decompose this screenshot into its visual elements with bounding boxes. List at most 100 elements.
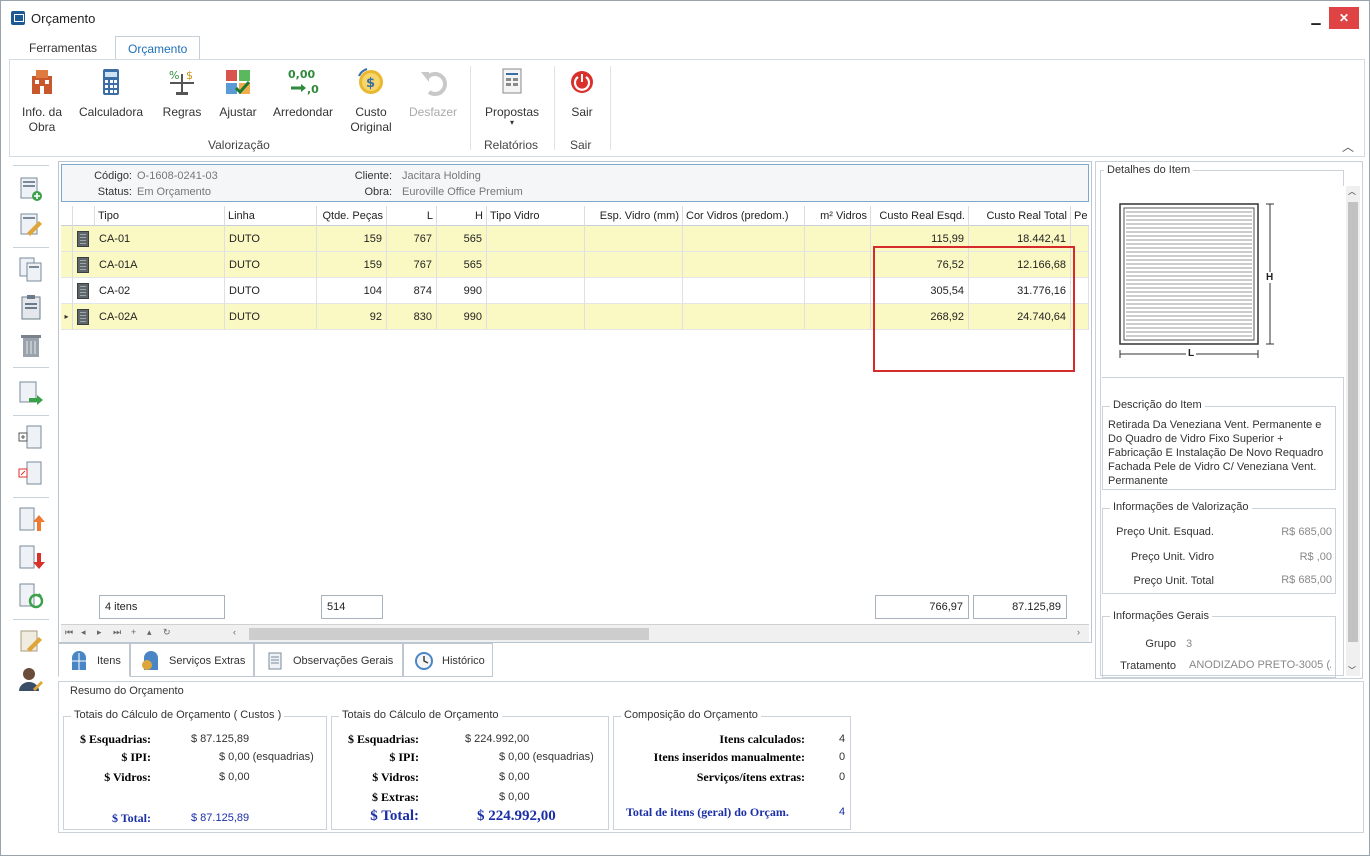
- cell-empty[interactable]: [487, 252, 585, 278]
- cell-tipo[interactable]: CA-01A: [95, 252, 225, 278]
- tab-observacoes-gerais[interactable]: Observações Gerais: [254, 643, 403, 677]
- cell-empty[interactable]: [585, 304, 683, 330]
- cell-tipo[interactable]: CA-01: [95, 226, 225, 252]
- cell-empty[interactable]: [805, 304, 871, 330]
- arredondar-button[interactable]: 0,00 ,0 Arredondar: [268, 66, 338, 119]
- scroll-left-icon[interactable]: ‹: [233, 627, 236, 637]
- scroll-down-icon[interactable]: ﹀: [1348, 665, 1356, 676]
- cell-qtde[interactable]: 92: [317, 304, 387, 330]
- sair-button[interactable]: Sair: [560, 66, 604, 119]
- column-qtde-pecas[interactable]: Qtde. Peças: [317, 206, 387, 226]
- column-linha[interactable]: Linha: [225, 206, 317, 226]
- cell-h[interactable]: 990: [437, 278, 487, 304]
- prev-record-icon[interactable]: ◂: [81, 627, 86, 638]
- info-obra-button[interactable]: Info. da Obra: [16, 66, 68, 135]
- cell-empty[interactable]: [585, 226, 683, 252]
- column-cor-vidros[interactable]: Cor Vidros (predom.): [683, 206, 805, 226]
- last-record-icon[interactable]: ⏭: [113, 627, 121, 638]
- cell-empty[interactable]: [585, 278, 683, 304]
- cell-empty[interactable]: [805, 278, 871, 304]
- tab-historico[interactable]: Histórico: [403, 643, 493, 677]
- post-record-icon[interactable]: ▴: [147, 627, 152, 638]
- custo-original-button[interactable]: $ Custo Original: [344, 66, 398, 135]
- next-record-icon[interactable]: ▸: [97, 627, 102, 638]
- clipboard-icon[interactable]: [17, 293, 45, 321]
- collapse-group-icon[interactable]: [17, 459, 45, 487]
- collapse-ribbon-icon[interactable]: ︿: [1342, 138, 1354, 155]
- move-up-icon[interactable]: [17, 505, 45, 533]
- export-item-icon[interactable]: [17, 379, 45, 407]
- refresh-record-icon[interactable]: ↻: [163, 627, 171, 638]
- tab-servicos-extras-label: Serviços Extras: [169, 655, 246, 667]
- cell-empty[interactable]: [487, 304, 585, 330]
- user-settings-icon[interactable]: [17, 665, 45, 693]
- cell-l[interactable]: 830: [387, 304, 437, 330]
- regras-button[interactable]: % $ Regras: [156, 66, 208, 119]
- cell-empty[interactable]: [683, 226, 805, 252]
- gerais-title: Informações Gerais: [1110, 610, 1212, 622]
- tab-orcamento[interactable]: Orçamento: [115, 36, 201, 60]
- cell-tipo[interactable]: CA-02A: [95, 304, 225, 330]
- propostas-button[interactable]: Propostas ▾: [480, 66, 544, 127]
- column-m2-vidros[interactable]: m² Vidros: [805, 206, 871, 226]
- row-indicator[interactable]: [61, 226, 73, 252]
- cell-linha[interactable]: DUTO: [225, 252, 317, 278]
- row-indicator[interactable]: ▸: [61, 304, 73, 330]
- column-tipo-vidro[interactable]: Tipo Vidro: [487, 206, 585, 226]
- add-item-icon[interactable]: [17, 175, 45, 203]
- refresh-items-icon[interactable]: [17, 581, 45, 609]
- cell-h[interactable]: 565: [437, 226, 487, 252]
- tab-ferramentas[interactable]: Ferramentas: [17, 36, 109, 60]
- cell-linha[interactable]: DUTO: [225, 304, 317, 330]
- first-record-icon[interactable]: ⏮: [65, 627, 73, 638]
- column-l[interactable]: L: [387, 206, 437, 226]
- row-indicator[interactable]: [61, 278, 73, 304]
- cell-h[interactable]: 565: [437, 252, 487, 278]
- cell-qtde[interactable]: 104: [317, 278, 387, 304]
- cell-linha[interactable]: DUTO: [225, 278, 317, 304]
- expand-group-icon[interactable]: [17, 423, 45, 451]
- calculadora-button[interactable]: Calculadora: [76, 66, 146, 119]
- cell-empty[interactable]: [683, 252, 805, 278]
- edit-item-icon[interactable]: [17, 211, 45, 239]
- column-pe[interactable]: Pe: [1071, 206, 1089, 226]
- cell-linha[interactable]: DUTO: [225, 226, 317, 252]
- notes-edit-icon[interactable]: [17, 627, 45, 655]
- column-h[interactable]: H: [437, 206, 487, 226]
- column-custo-real-total[interactable]: Custo Real Total: [969, 206, 1071, 226]
- cell-h[interactable]: 990: [437, 304, 487, 330]
- details-scroll-thumb[interactable]: [1348, 202, 1358, 642]
- cell-empty[interactable]: [805, 226, 871, 252]
- move-down-icon[interactable]: [17, 543, 45, 571]
- cell-qtde[interactable]: 159: [317, 226, 387, 252]
- cell-l[interactable]: 767: [387, 252, 437, 278]
- delete-item-icon[interactable]: [17, 331, 45, 359]
- cell-tipo[interactable]: CA-02: [95, 278, 225, 304]
- cell-qtde[interactable]: 159: [317, 252, 387, 278]
- ajustar-button[interactable]: Ajustar: [214, 66, 262, 119]
- scroll-up-icon[interactable]: ︿: [1348, 186, 1356, 197]
- cell-empty[interactable]: [683, 278, 805, 304]
- close-button[interactable]: ✕: [1329, 7, 1359, 29]
- cell-empty[interactable]: [487, 278, 585, 304]
- column-esp-vidro[interactable]: Esp. Vidro (mm): [585, 206, 683, 226]
- insert-record-icon[interactable]: +: [131, 627, 136, 637]
- scroll-right-icon[interactable]: ›: [1077, 627, 1080, 637]
- column-tipo[interactable]: Tipo: [95, 206, 225, 226]
- horizontal-scrollbar[interactable]: [249, 628, 649, 640]
- minimize-button[interactable]: ▁: [1301, 7, 1331, 29]
- cell-empty[interactable]: [585, 252, 683, 278]
- column-custo-real-esqd[interactable]: Custo Real Esqd.: [871, 206, 969, 226]
- row-indicator[interactable]: [61, 252, 73, 278]
- tab-servicos-extras[interactable]: Serviços Extras: [130, 643, 254, 677]
- tab-itens[interactable]: Itens: [58, 643, 130, 677]
- cell-l[interactable]: 874: [387, 278, 437, 304]
- svg-text:$: $: [186, 69, 193, 82]
- copy-item-icon[interactable]: [17, 255, 45, 283]
- cell-empty[interactable]: [487, 226, 585, 252]
- cell-empty[interactable]: [805, 252, 871, 278]
- cell-l[interactable]: 767: [387, 226, 437, 252]
- cell-empty[interactable]: [683, 304, 805, 330]
- details-scrollbar[interactable]: ︿ ﹀: [1346, 186, 1360, 676]
- desfazer-button[interactable]: Desfazer: [404, 66, 462, 119]
